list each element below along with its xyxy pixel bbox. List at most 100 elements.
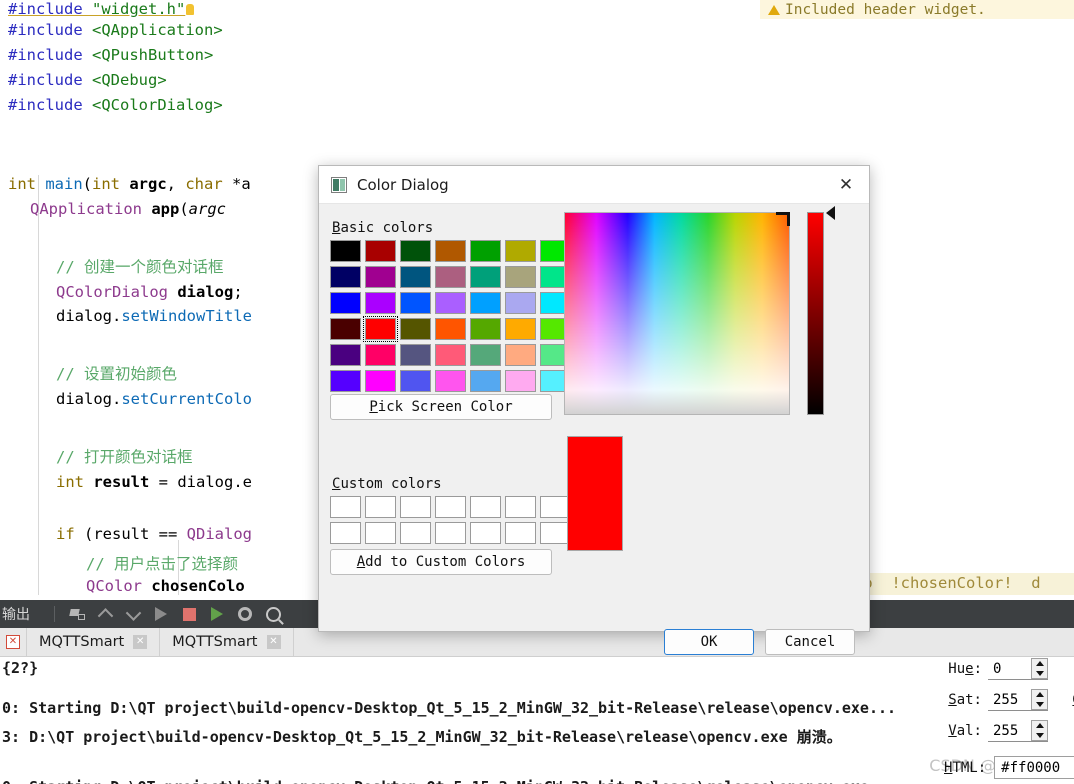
- hue-step-down-icon[interactable]: [1032, 669, 1047, 679]
- code-token: ;: [233, 283, 243, 301]
- basic-color-swatch[interactable]: [365, 240, 396, 262]
- add-to-custom-colors-button[interactable]: Add to Custom Colors: [330, 549, 552, 575]
- basic-color-swatch[interactable]: [505, 292, 536, 314]
- custom-color-swatch[interactable]: [505, 522, 536, 544]
- basic-color-swatch[interactable]: [435, 318, 466, 340]
- basic-color-swatch[interactable]: [505, 240, 536, 262]
- code-line: #include <QDebug>: [8, 71, 167, 89]
- code-token: QApplication: [30, 200, 152, 218]
- close-red-icon[interactable]: ✕: [6, 635, 20, 649]
- basic-color-swatch[interactable]: [435, 292, 466, 314]
- hue-stepper[interactable]: [1031, 658, 1048, 679]
- basic-color-swatch[interactable]: [505, 344, 536, 366]
- basic-color-swatch[interactable]: [505, 266, 536, 288]
- basic-color-swatch[interactable]: [400, 344, 431, 366]
- gear-icon[interactable]: [234, 603, 256, 625]
- hue-step-up-icon[interactable]: [1032, 659, 1047, 669]
- sat-step-down-icon[interactable]: [1032, 700, 1047, 710]
- hue-value[interactable]: 0: [988, 658, 1031, 679]
- val-stepper[interactable]: [1031, 720, 1048, 741]
- tab-mqttsmart-1[interactable]: MQTTSmart ✕: [27, 628, 161, 656]
- basic-color-swatch[interactable]: [470, 370, 501, 392]
- custom-color-swatch[interactable]: [330, 522, 361, 544]
- code-token: #include: [8, 71, 92, 89]
- saturation-value-picker[interactable]: [564, 212, 790, 415]
- ok-button[interactable]: OK: [664, 629, 754, 655]
- basic-color-swatch[interactable]: [400, 240, 431, 262]
- custom-color-swatch[interactable]: [505, 496, 536, 518]
- dialog-title: Color Dialog: [357, 175, 449, 194]
- basic-color-swatch[interactable]: [470, 292, 501, 314]
- color-dialog[interactable]: Color Dialog ✕ Basic colors Pick Screen …: [318, 165, 1074, 779]
- basic-color-swatch[interactable]: [363, 316, 398, 342]
- tab-mqttsmart-2[interactable]: MQTTSmart ✕: [160, 628, 294, 656]
- code-token: QDialog: [186, 525, 252, 543]
- tab-close-only[interactable]: ✕: [0, 628, 27, 656]
- debug-run-icon[interactable]: [206, 603, 228, 625]
- val-value[interactable]: 255: [988, 720, 1031, 741]
- basic-color-swatch[interactable]: [365, 344, 396, 366]
- html-input[interactable]: #ff0000: [994, 756, 1074, 779]
- basic-color-swatch[interactable]: [470, 344, 501, 366]
- val-step-up-icon[interactable]: [1032, 721, 1047, 731]
- basic-color-swatch[interactable]: [330, 266, 361, 288]
- basic-color-swatch[interactable]: [435, 266, 466, 288]
- play-icon[interactable]: [150, 603, 172, 625]
- basic-color-swatch[interactable]: [470, 266, 501, 288]
- custom-color-swatch[interactable]: [330, 496, 361, 518]
- pick-screen-color-button[interactable]: Pick Screen Color: [330, 394, 552, 420]
- basic-color-swatch[interactable]: [330, 240, 361, 262]
- basic-color-swatch[interactable]: [505, 318, 536, 340]
- hue-spinbox[interactable]: 0: [988, 658, 1048, 680]
- stop-icon[interactable]: [178, 603, 200, 625]
- value-slider[interactable]: [807, 212, 824, 415]
- basic-color-swatch[interactable]: [365, 292, 396, 314]
- custom-color-swatch[interactable]: [365, 522, 396, 544]
- basic-color-swatch[interactable]: [400, 266, 431, 288]
- sat-stepper[interactable]: [1031, 689, 1048, 710]
- chevron-down-icon[interactable]: [122, 603, 144, 625]
- close-icon[interactable]: ✕: [133, 635, 148, 649]
- val-spinbox[interactable]: 255: [988, 720, 1048, 742]
- basic-color-swatch[interactable]: [470, 240, 501, 262]
- dialog-title-bar[interactable]: Color Dialog ✕: [319, 166, 869, 204]
- custom-color-swatch[interactable]: [400, 496, 431, 518]
- basic-color-swatch[interactable]: [365, 266, 396, 288]
- sv-cursor-marker[interactable]: [776, 212, 790, 226]
- basic-color-swatch[interactable]: [400, 292, 431, 314]
- code-token: argc: [188, 200, 226, 218]
- lightbulb-icon[interactable]: [186, 4, 195, 15]
- basic-color-swatch[interactable]: [330, 344, 361, 366]
- custom-color-swatch[interactable]: [470, 496, 501, 518]
- val-step-down-icon[interactable]: [1032, 731, 1047, 741]
- basic-color-swatch[interactable]: [365, 370, 396, 392]
- custom-color-swatch[interactable]: [400, 522, 431, 544]
- code-token: int: [8, 175, 46, 193]
- custom-color-swatch[interactable]: [435, 496, 466, 518]
- search-icon[interactable]: [262, 603, 284, 625]
- basic-color-swatch[interactable]: [435, 370, 466, 392]
- sat-spinbox[interactable]: 255: [988, 689, 1048, 711]
- basic-color-swatch[interactable]: [435, 240, 466, 262]
- basic-color-swatch[interactable]: [470, 318, 501, 340]
- sat-step-up-icon[interactable]: [1032, 690, 1047, 700]
- custom-color-swatch[interactable]: [365, 496, 396, 518]
- chevron-up-icon[interactable]: [94, 603, 116, 625]
- basic-color-swatch[interactable]: [400, 318, 431, 340]
- output-console[interactable]: {2?} 0: Starting D:\QT project\build-open…: [0, 657, 1074, 784]
- cancel-button[interactable]: Cancel: [765, 629, 855, 655]
- custom-color-swatch[interactable]: [470, 522, 501, 544]
- close-icon[interactable]: ✕: [266, 635, 281, 649]
- basic-color-swatch[interactable]: [435, 344, 466, 366]
- value-slider-handle-icon[interactable]: [826, 206, 835, 220]
- basic-color-swatch[interactable]: [505, 370, 536, 392]
- basic-color-swatch[interactable]: [400, 370, 431, 392]
- custom-color-swatch[interactable]: [435, 522, 466, 544]
- clear-icon[interactable]: [66, 603, 88, 625]
- sat-value[interactable]: 255: [988, 689, 1031, 710]
- basic-color-swatch[interactable]: [330, 318, 361, 340]
- basic-color-swatch[interactable]: [330, 370, 361, 392]
- basic-color-swatch[interactable]: [330, 292, 361, 314]
- close-icon[interactable]: ✕: [823, 166, 869, 203]
- sv-gradient: [565, 213, 789, 414]
